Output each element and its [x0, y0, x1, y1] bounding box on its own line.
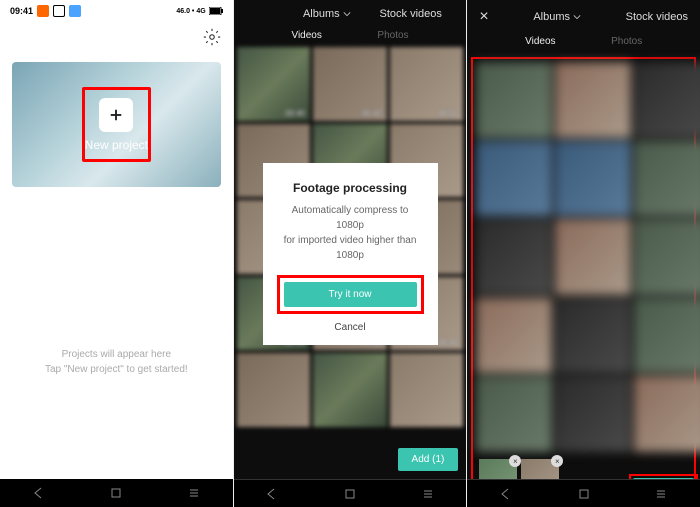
try-it-now-button[interactable]: Try it now	[284, 282, 417, 307]
tab-stock[interactable]: Stock videos	[380, 8, 442, 20]
status-app-icon	[37, 5, 49, 17]
recent-icon[interactable]	[422, 488, 434, 500]
video-thumb[interactable]	[555, 219, 631, 295]
video-thumb[interactable]	[555, 141, 631, 217]
highlight-annotation: × 00:15 × 00:38	[471, 57, 696, 503]
video-thumb[interactable]	[634, 62, 700, 138]
new-project-label: New project	[85, 138, 148, 152]
dialog-body: Automatically compress to 1080p for impo…	[277, 203, 424, 263]
video-thumb[interactable]	[634, 141, 700, 217]
dialog-title: Footage processing	[277, 181, 424, 195]
status-bar: 09:41 46.0 • 4G	[0, 0, 233, 22]
video-thumb[interactable]	[634, 219, 700, 295]
top-tabs: Albums Stock videos	[234, 0, 467, 24]
home-icon[interactable]	[110, 487, 122, 499]
status-app-icon	[69, 5, 81, 17]
home-icon[interactable]	[578, 488, 590, 500]
video-thumb[interactable]	[313, 353, 387, 427]
cancel-button[interactable]: Cancel	[277, 322, 424, 333]
gear-icon[interactable]	[203, 28, 221, 46]
chevron-down-icon	[573, 13, 581, 21]
duration-label: 00:40	[285, 109, 305, 118]
video-thumb[interactable]	[476, 62, 552, 138]
plus-icon	[99, 98, 133, 132]
system-nav-bar	[0, 479, 233, 507]
back-icon[interactable]	[33, 487, 45, 499]
hero-banner: New project	[12, 62, 221, 187]
recent-icon[interactable]	[188, 487, 200, 499]
tab-albums[interactable]: Albums	[533, 11, 581, 23]
remove-icon[interactable]: ×	[509, 455, 521, 467]
close-icon[interactable]: ×	[479, 8, 488, 26]
duration-label: 00:51	[438, 109, 458, 118]
video-thumb[interactable]: 00:42	[313, 47, 387, 121]
video-thumb[interactable]	[237, 353, 311, 427]
subtab-photos[interactable]: Photos	[377, 30, 408, 41]
chevron-down-icon	[343, 10, 351, 18]
footage-dialog: Footage processing Automatically compres…	[263, 163, 438, 345]
status-time: 09:41	[10, 6, 33, 16]
hint-line1: Projects will appear here	[0, 347, 233, 362]
highlight-annotation: Try it now	[277, 275, 424, 314]
home-icon[interactable]	[344, 488, 356, 500]
sub-tabs: Videos Photos	[467, 30, 700, 53]
video-thumb[interactable]	[634, 298, 700, 374]
video-thumb[interactable]	[476, 141, 552, 217]
subtab-videos[interactable]: Videos	[525, 36, 555, 47]
recent-icon[interactable]	[655, 488, 667, 500]
new-project-button[interactable]: New project	[85, 98, 148, 152]
video-thumb[interactable]	[390, 353, 464, 427]
video-thumb[interactable]	[555, 298, 631, 374]
battery-icon	[209, 7, 223, 15]
back-icon[interactable]	[266, 488, 278, 500]
system-nav-bar	[234, 479, 467, 507]
hint-line2: Tap "New project" to get started!	[0, 362, 233, 377]
video-thumb[interactable]	[555, 62, 631, 138]
subtab-photos[interactable]: Photos	[611, 36, 642, 47]
video-thumb[interactable]: 00:51	[390, 47, 464, 121]
top-tabs: × Albums Stock videos	[467, 0, 700, 30]
status-app-icon	[53, 5, 65, 17]
panel-picker-dialog: Albums Stock videos Videos Photos 00:40 …	[234, 0, 468, 507]
remove-icon[interactable]: ×	[551, 455, 563, 467]
video-thumb[interactable]	[476, 376, 552, 452]
duration-label: 00:42	[438, 338, 458, 347]
back-icon[interactable]	[500, 488, 512, 500]
video-thumb[interactable]	[555, 376, 631, 452]
add-button[interactable]: Add (1)	[398, 448, 459, 471]
duration-label: 00:42	[362, 109, 382, 118]
subtab-videos[interactable]: Videos	[291, 30, 321, 41]
status-signal: 46.0 • 4G	[176, 8, 205, 15]
tab-stock[interactable]: Stock videos	[626, 11, 688, 23]
empty-state-hint: Projects will appear here Tap "New proje…	[0, 347, 233, 377]
system-nav-bar	[467, 479, 700, 507]
video-grid[interactable]	[473, 59, 694, 455]
video-thumb[interactable]: 00:40	[237, 47, 311, 121]
video-thumb[interactable]	[476, 219, 552, 295]
panel-picker-selected: × Albums Stock videos Videos Photos	[467, 0, 700, 507]
video-thumb[interactable]	[476, 298, 552, 374]
sub-tabs: Videos Photos	[234, 24, 467, 47]
panel-home: 09:41 46.0 • 4G New project Projec	[0, 0, 234, 507]
video-thumb[interactable]	[634, 376, 700, 452]
tab-albums[interactable]: Albums	[303, 8, 351, 20]
